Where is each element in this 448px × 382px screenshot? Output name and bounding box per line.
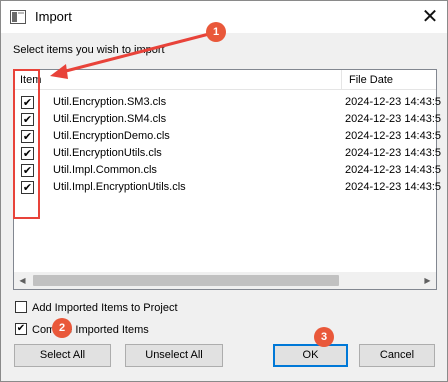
horizontal-scrollbar[interactable]: ◀ ▶ [14,272,436,289]
item-file-date: 2024-12-23 14:43:5 [345,164,442,176]
annotation-badge-3: 3 [314,327,334,347]
cancel-button[interactable]: Cancel [359,344,435,367]
unselect-all-button[interactable]: Unselect All [125,344,223,367]
compile-checkbox[interactable]: ✔ [15,323,27,335]
list-item[interactable]: ✔ Util.EncryptionUtils.cls 2024-12-23 14:4… [14,145,441,162]
column-header-file-date[interactable]: File Date [343,70,443,90]
scroll-right-icon[interactable]: ▶ [419,272,436,289]
item-name: Util.Encryption.SM4.cls [53,113,167,125]
item-file-date: 2024-12-23 14:43:5 [345,96,442,108]
item-name: Util.Impl.EncryptionUtils.cls [53,181,186,193]
scroll-thumb[interactable] [33,275,339,286]
list-item[interactable]: ✔ Util.EncryptionDemo.cls 2024-12-23 14:43… [14,128,441,145]
ok-button[interactable]: OK [273,344,348,367]
scroll-left-icon[interactable]: ◀ [14,272,31,289]
annotation-badge-1: 1 [206,22,226,42]
item-file-date: 2024-12-23 14:43:5 [345,181,442,193]
list-item[interactable]: ✔ Util.Encryption.SM3.cls 2024-12-23 14:43… [14,94,441,111]
item-file-date: 2024-12-23 14:43:5 [345,113,442,125]
item-name: Util.Impl.Common.cls [53,164,157,176]
list-rows: ✔ Util.Encryption.SM3.cls 2024-12-23 14:43… [14,94,441,196]
add-to-project-checkbox[interactable] [15,301,27,313]
item-file-date: 2024-12-23 14:43:5 [345,130,442,142]
annotation-highlight-box [13,69,40,219]
item-name: Util.EncryptionDemo.cls [53,130,170,142]
list-item[interactable]: ✔ Util.Impl.Common.cls 2024-12-23 14:43:5 [14,162,441,179]
item-file-date: 2024-12-23 14:43:5 [345,147,442,159]
column-header-item[interactable]: Item [14,70,342,90]
select-all-button[interactable]: Select All [14,344,111,367]
add-to-project-label: Add Imported Items to Project [32,302,178,314]
item-name: Util.EncryptionUtils.cls [53,147,162,159]
window-title: Import [35,9,72,24]
instruction-text: Select items you wish to import [13,44,165,56]
annotation-badge-2: 2 [52,318,72,338]
list-item[interactable]: ✔ Util.Impl.EncryptionUtils.cls 2024-12-23… [14,179,441,196]
list-header: Item File Date [14,70,436,90]
items-list[interactable]: Item File Date ✔ Util.Encryption.SM3.cls 2… [13,69,441,290]
list-item[interactable]: ✔ Util.Encryption.SM4.cls 2024-12-23 14:43… [14,111,441,128]
close-button[interactable]: ✕ [413,1,447,33]
compile-label: Compile Imported Items [32,324,149,336]
item-name: Util.Encryption.SM3.cls [53,96,167,108]
app-window-icon [10,10,26,24]
